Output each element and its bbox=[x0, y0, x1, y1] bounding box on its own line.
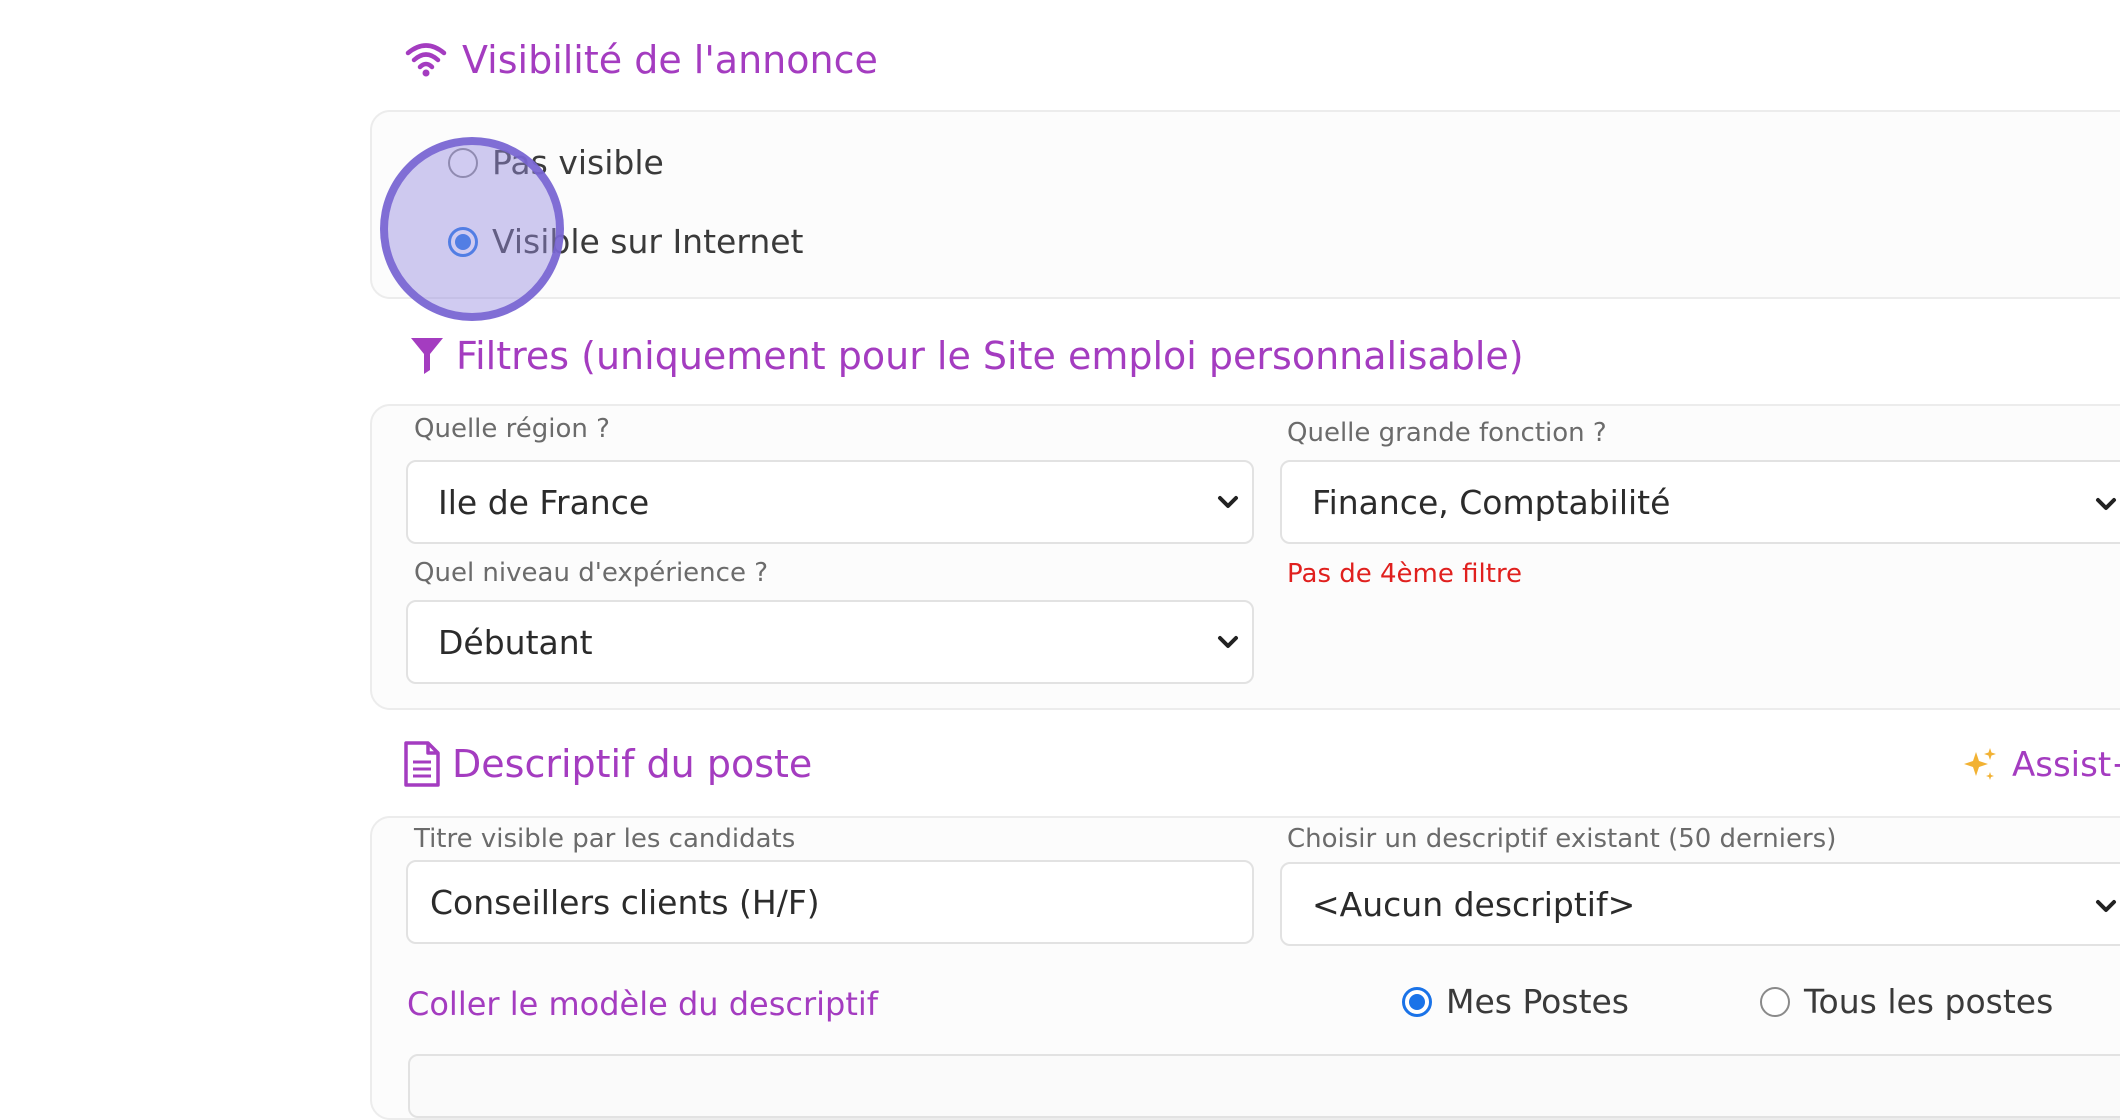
filter-icon bbox=[410, 336, 444, 376]
filter-warning: Pas de 4ème filtre bbox=[1287, 559, 1523, 589]
assist-button[interactable]: Assist+ bbox=[1960, 745, 2120, 785]
radio-visible-internet-label: Visible sur Internet bbox=[492, 222, 804, 261]
visibility-section-title: Visibilité de l'annonce bbox=[404, 38, 878, 82]
experience-select[interactable]: Débutant bbox=[406, 600, 1254, 684]
coller-modele-link[interactable]: Coller le modèle du descriptif bbox=[407, 985, 878, 1023]
description-title-text: Descriptif du poste bbox=[452, 742, 813, 786]
fonction-label: Quelle grande fonction ? bbox=[1287, 418, 1607, 448]
chevron-down-icon bbox=[2096, 900, 2116, 912]
description-textarea[interactable] bbox=[408, 1054, 2120, 1118]
visibility-title-text: Visibilité de l'annonce bbox=[462, 38, 878, 82]
region-select-value: Ile de France bbox=[438, 482, 650, 522]
region-select[interactable]: Ile de France bbox=[406, 460, 1254, 544]
experience-label: Quel niveau d'expérience ? bbox=[414, 558, 769, 588]
chevron-down-icon bbox=[1218, 496, 1238, 508]
titre-input[interactable] bbox=[406, 860, 1254, 944]
region-label: Quelle région ? bbox=[414, 414, 610, 444]
radio-mes-postes-circle[interactable] bbox=[1402, 986, 1432, 1017]
experience-select-value: Débutant bbox=[438, 622, 593, 662]
radio-pas-visible-circle[interactable] bbox=[448, 147, 478, 178]
visibility-panel bbox=[370, 110, 2120, 299]
radio-pas-visible-label: Pas visible bbox=[492, 143, 664, 182]
radio-tous-postes[interactable]: Tous les postes bbox=[1760, 982, 2053, 1021]
wifi-icon bbox=[404, 40, 448, 80]
radio-visible-internet[interactable]: Visible sur Internet bbox=[448, 222, 804, 261]
document-icon bbox=[402, 740, 442, 788]
chevron-down-icon bbox=[1218, 636, 1238, 648]
radio-mes-postes[interactable]: Mes Postes bbox=[1402, 982, 1629, 1021]
filters-title-text: Filtres (uniquement pour le Site emploi … bbox=[456, 334, 1524, 378]
radio-pas-visible[interactable]: Pas visible bbox=[448, 143, 664, 182]
choix-label: Choisir un descriptif existant (50 derni… bbox=[1287, 824, 1837, 854]
radio-visible-internet-circle[interactable] bbox=[448, 226, 478, 257]
choix-select-value: <Aucun descriptif> bbox=[1312, 884, 1636, 924]
filters-section-title: Filtres (uniquement pour le Site emploi … bbox=[410, 334, 1524, 378]
assist-label: Assist+ bbox=[2012, 745, 2120, 785]
choix-select[interactable]: <Aucun descriptif> bbox=[1280, 862, 2120, 946]
description-section-title: Descriptif du poste bbox=[402, 740, 812, 788]
radio-tous-postes-circle[interactable] bbox=[1760, 986, 1790, 1017]
fonction-select-value: Finance, Comptabilité bbox=[1312, 482, 1671, 522]
chevron-down-icon bbox=[2096, 498, 2116, 510]
sparkle-icon bbox=[1960, 746, 1998, 784]
radio-tous-postes-label: Tous les postes bbox=[1804, 982, 2054, 1021]
radio-mes-postes-label: Mes Postes bbox=[1446, 982, 1629, 1021]
titre-label: Titre visible par les candidats bbox=[414, 824, 796, 854]
fonction-select[interactable]: Finance, Comptabilité bbox=[1280, 460, 2120, 544]
